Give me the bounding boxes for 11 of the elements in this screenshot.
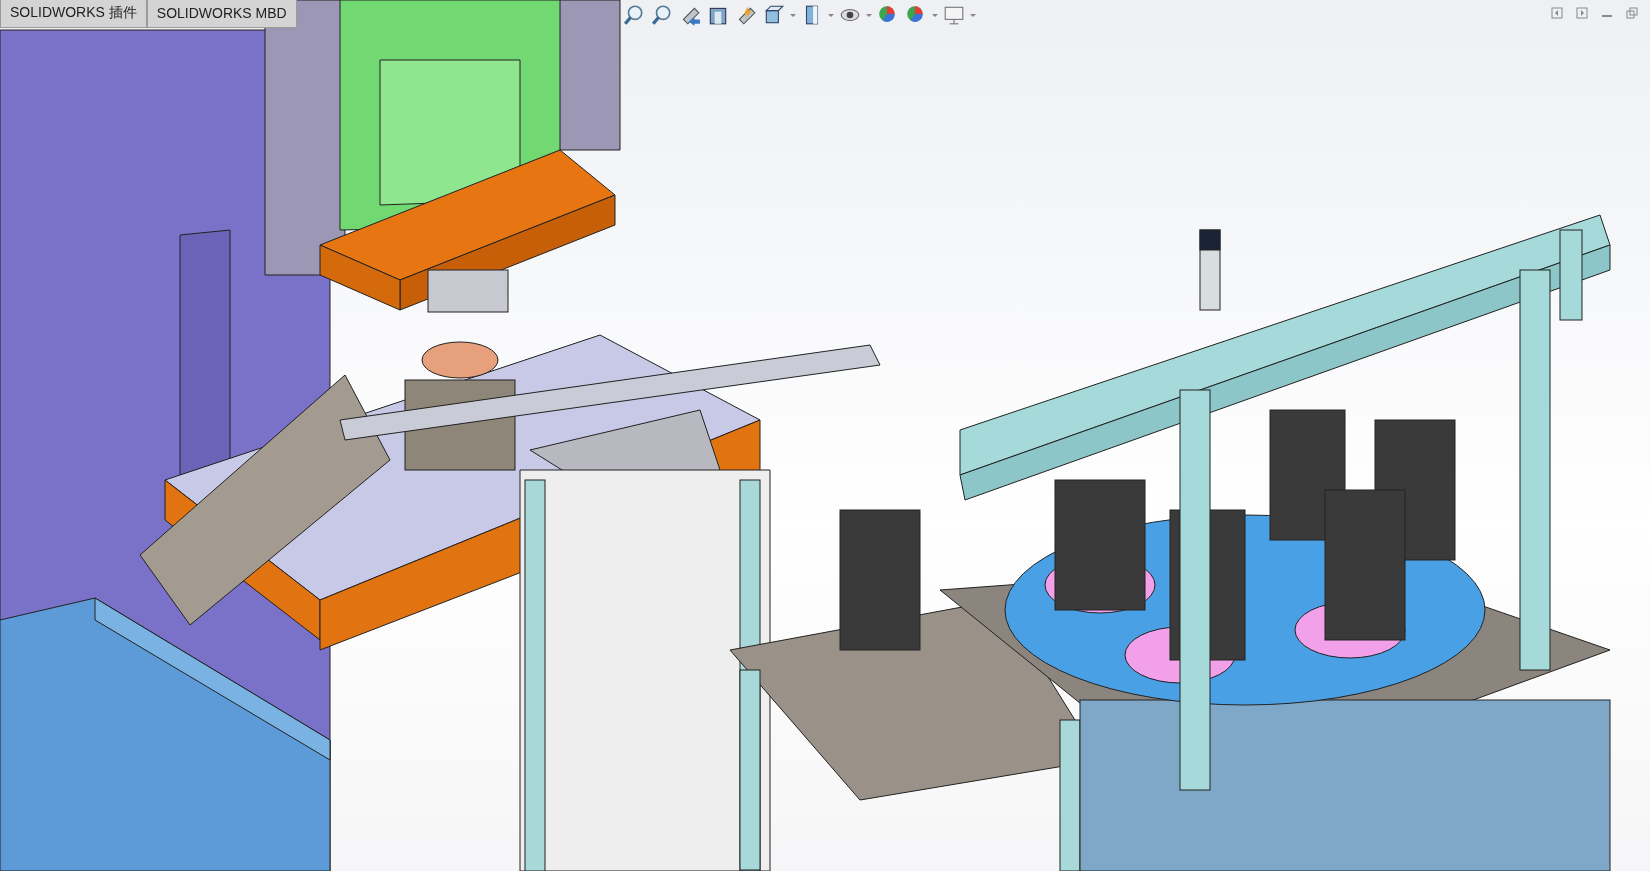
- command-tab[interactable]: SOLIDWORKS MBD: [146, 0, 297, 28]
- restore-icon[interactable]: [1626, 7, 1638, 19]
- caret-icon[interactable]: [970, 13, 976, 17]
- graphics-viewport[interactable]: SOLIDWORKS 插件 SOLIDWORKS MBD: [0, 0, 1650, 871]
- caret-icon[interactable]: [866, 13, 872, 17]
- caret-icon[interactable]: [828, 13, 834, 17]
- tile-right-icon[interactable]: [1576, 7, 1588, 19]
- caret-icon[interactable]: [932, 13, 938, 17]
- caret-icon[interactable]: [790, 13, 796, 17]
- tile-left-icon[interactable]: [1551, 7, 1563, 19]
- command-tab[interactable]: SOLIDWORKS 插件: [0, 0, 147, 28]
